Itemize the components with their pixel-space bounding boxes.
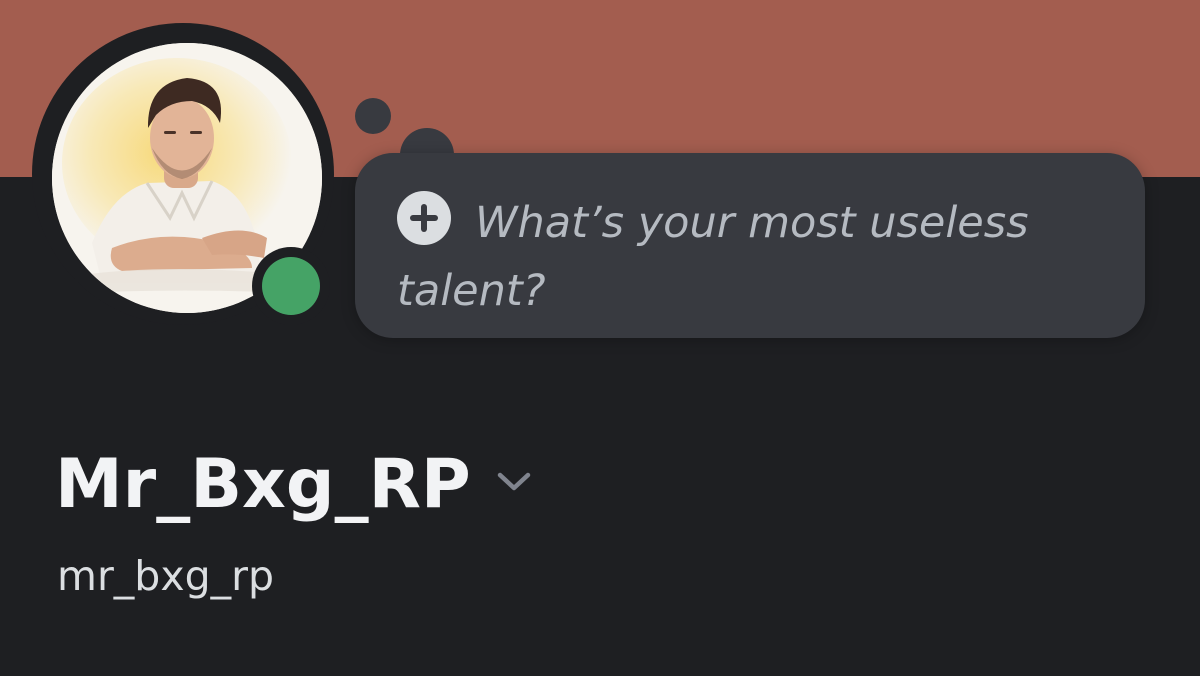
custom-status-bubble[interactable]: What’s your most useless talent? (355, 153, 1145, 338)
username: mr_bxg_rp (57, 552, 274, 600)
chevron-down-icon[interactable] (494, 466, 534, 496)
display-name: Mr_Bxg_RP (55, 445, 471, 524)
online-status-indicator (262, 257, 320, 315)
thought-bubble-dot-small (355, 98, 391, 134)
custom-status-prompt: What’s your most useless talent? (397, 198, 1029, 316)
